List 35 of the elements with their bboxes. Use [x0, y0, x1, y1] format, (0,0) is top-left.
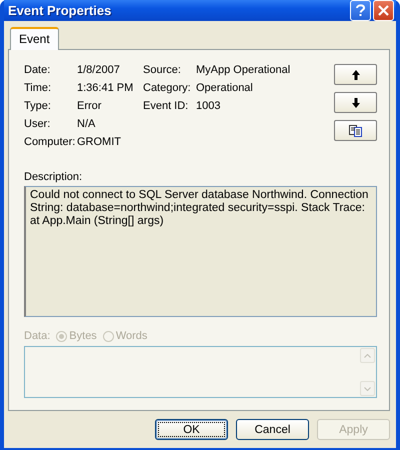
close-button[interactable]	[373, 0, 394, 21]
field-value: Error	[77, 100, 102, 113]
field-label: Date:	[24, 64, 52, 77]
field-label: Computer:	[24, 136, 76, 149]
field-label: User:	[24, 118, 52, 131]
field-value: 1/8/2007	[77, 64, 121, 77]
field-value: Operational	[196, 82, 254, 95]
down-arrow-icon	[352, 98, 360, 108]
field-label: Category:	[143, 82, 192, 95]
down-button[interactable]	[334, 92, 377, 113]
dialog-button[interactable]: OK	[155, 419, 228, 440]
field-label: Event ID:	[143, 100, 190, 113]
description-label: Description:	[24, 171, 84, 183]
copy-icon	[349, 124, 362, 136]
description-field[interactable]: Could not connect to SQL Server database Northwind. Connection String: database=northwind;integrated security=sspi. Stack Trace: at App.Main (String[] args)	[24, 186, 377, 317]
chevron-up-icon	[364, 354, 371, 358]
close-icon	[378, 5, 389, 16]
field-value: GROMIT	[77, 136, 122, 149]
window-title: Event Properties	[8, 3, 112, 18]
field-label: Time:	[24, 82, 52, 95]
help-icon	[356, 4, 365, 17]
up-button[interactable]	[334, 64, 377, 85]
field-value: 1:36:41 PM	[77, 82, 134, 95]
field-value: N/A	[77, 118, 96, 131]
field-value: 1003	[196, 100, 222, 113]
field-value: MyApp Operational	[196, 64, 292, 77]
help-button[interactable]	[350, 0, 371, 21]
up-arrow-icon	[352, 70, 360, 80]
tab[interactable]: Event	[10, 27, 59, 50]
field-label: Source:	[143, 64, 182, 77]
data-label: Data:	[24, 330, 50, 342]
dialog-button[interactable]: Cancel	[236, 419, 309, 440]
copy-button[interactable]	[334, 120, 377, 141]
field-label: Type:	[24, 100, 52, 113]
chevron-down-icon	[364, 386, 371, 390]
